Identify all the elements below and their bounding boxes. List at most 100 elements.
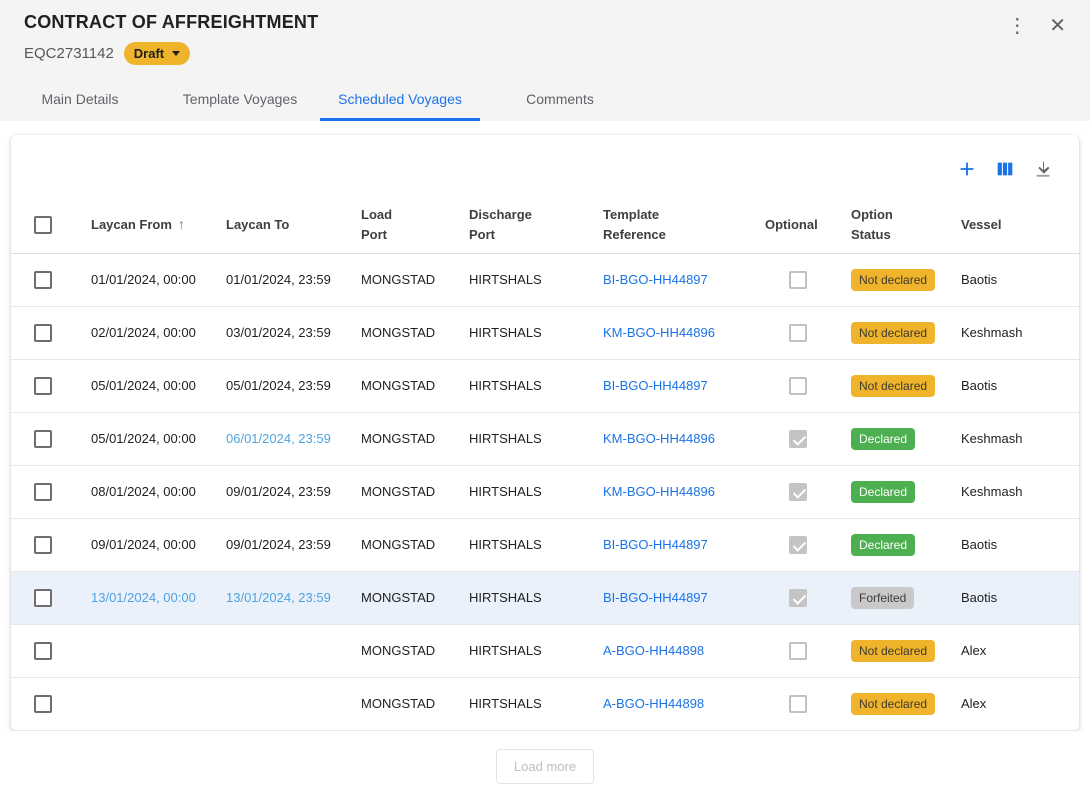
optional-cell [749,571,835,624]
template-reference-cell: BI-BGO-HH44897 [587,359,749,412]
optional-cell [749,306,835,359]
template-reference-link[interactable]: BI-BGO-HH44897 [603,272,708,287]
template-reference-link[interactable]: A-BGO-HH44898 [603,643,704,658]
optional-checkbox[interactable] [789,430,807,448]
load-port-cell: MONGSTAD [345,412,453,465]
optional-checkbox[interactable] [789,483,807,501]
template-reference-cell: BI-BGO-HH44897 [587,253,749,306]
template-reference-link[interactable]: KM-BGO-HH44896 [603,431,715,446]
optional-checkbox[interactable] [789,642,807,660]
row-select-checkbox[interactable] [34,483,52,501]
discharge-port-cell: HIRTSHALS [453,253,587,306]
column-settings-button[interactable] [991,155,1019,183]
row-select-checkbox[interactable] [34,430,52,448]
table-row[interactable]: 01/01/2024, 00:00 01/01/2024, 23:59 MONG… [11,253,1079,306]
load-port-cell: MONGSTAD [345,677,453,730]
download-icon [1032,158,1054,180]
row-select-checkbox[interactable] [34,536,52,554]
download-button[interactable] [1029,155,1057,183]
optional-checkbox[interactable] [789,377,807,395]
optional-checkbox[interactable] [789,324,807,342]
laycan-to-cell: 03/01/2024, 23:59 [210,306,345,359]
tab-main-details[interactable]: Main Details [0,79,160,121]
table-row[interactable]: 05/01/2024, 00:00 06/01/2024, 23:59 MONG… [11,412,1079,465]
table-row[interactable]: MONGSTAD HIRTSHALS A-BGO-HH44898 Not dec… [11,624,1079,677]
vessel-cell: Baotis [945,518,1079,571]
option-status-badge: Declared [851,534,915,556]
discharge-port-cell: HIRTSHALS [453,624,587,677]
option-status-cell: Declared [835,465,945,518]
option-status-cell: Not declared [835,624,945,677]
column-header-load-port[interactable]: Load Port [345,197,453,253]
discharge-port-cell: HIRTSHALS [453,465,587,518]
vessel-cell: Alex [945,677,1079,730]
status-badge-dropdown[interactable]: Draft [124,42,190,65]
optional-checkbox[interactable] [789,536,807,554]
column-header-option-status[interactable]: Option Status [835,197,945,253]
kebab-menu-icon[interactable]: ⋮ [1007,16,1027,36]
laycan-from-cell: 08/01/2024, 00:00 [75,465,210,518]
option-status-badge: Not declared [851,322,935,344]
load-port-cell: MONGSTAD [345,306,453,359]
template-reference-link[interactable]: KM-BGO-HH44896 [603,325,715,340]
optional-cell [749,518,835,571]
optional-checkbox[interactable] [789,695,807,713]
column-header-laycan-to[interactable]: Laycan To [210,197,345,253]
chevron-down-icon [172,51,180,56]
select-all-checkbox[interactable] [34,216,52,234]
template-reference-cell: KM-BGO-HH44896 [587,306,749,359]
column-header-vessel[interactable]: Vessel [945,197,1079,253]
template-reference-cell: BI-BGO-HH44897 [587,518,749,571]
column-header-template-reference[interactable]: Template Reference [587,197,749,253]
load-port-cell: MONGSTAD [345,624,453,677]
tab-scheduled-voyages[interactable]: Scheduled Voyages [320,79,480,121]
option-status-badge: Declared [851,481,915,503]
tab-comments[interactable]: Comments [480,79,640,121]
row-select-checkbox[interactable] [34,642,52,660]
add-voyage-button[interactable] [953,155,981,183]
header-actions: ⋮ ✕ [1007,16,1066,36]
template-reference-link[interactable]: BI-BGO-HH44897 [603,590,708,605]
template-reference-cell: A-BGO-HH44898 [587,677,749,730]
load-more-button[interactable]: Load more [496,749,594,784]
row-select-checkbox[interactable] [34,589,52,607]
row-select-checkbox[interactable] [34,695,52,713]
close-icon[interactable]: ✕ [1049,16,1066,36]
discharge-port-cell: HIRTSHALS [453,306,587,359]
table-row[interactable]: 09/01/2024, 00:00 09/01/2024, 23:59 MONG… [11,518,1079,571]
option-status-badge: Not declared [851,375,935,397]
option-status-cell: Not declared [835,677,945,730]
row-select-checkbox[interactable] [34,324,52,342]
vessel-cell: Keshmash [945,465,1079,518]
subtitle-row: EQC2731142 Draft [0,36,1090,65]
discharge-port-cell: HIRTSHALS [453,571,587,624]
row-select-checkbox[interactable] [34,377,52,395]
template-reference-link[interactable]: BI-BGO-HH44897 [603,537,708,552]
laycan-to-cell: 09/01/2024, 23:59 [210,518,345,571]
table-row[interactable]: 02/01/2024, 00:00 03/01/2024, 23:59 MONG… [11,306,1079,359]
laycan-from-cell: 13/01/2024, 00:00 [75,571,210,624]
optional-checkbox[interactable] [789,271,807,289]
table-row[interactable]: 08/01/2024, 00:00 09/01/2024, 23:59 MONG… [11,465,1079,518]
vessel-cell: Baotis [945,253,1079,306]
column-header-optional[interactable]: Optional [749,197,835,253]
template-reference-link[interactable]: KM-BGO-HH44896 [603,484,715,499]
template-reference-link[interactable]: A-BGO-HH44898 [603,696,704,711]
template-reference-cell: KM-BGO-HH44896 [587,412,749,465]
column-header-laycan-from[interactable]: Laycan From↑ [75,197,210,253]
columns-icon [994,158,1016,180]
table-row[interactable]: MONGSTAD HIRTSHALS A-BGO-HH44898 Not dec… [11,677,1079,730]
plus-icon [956,158,978,180]
contract-number: EQC2731142 [24,45,114,62]
tab-template-voyages[interactable]: Template Voyages [160,79,320,121]
optional-cell [749,359,835,412]
option-status-cell: Declared [835,412,945,465]
column-header-discharge-port[interactable]: Discharge Port [453,197,587,253]
optional-checkbox[interactable] [789,589,807,607]
table-row[interactable]: 13/01/2024, 00:00 13/01/2024, 23:59 MONG… [11,571,1079,624]
optional-cell [749,412,835,465]
template-reference-link[interactable]: BI-BGO-HH44897 [603,378,708,393]
row-select-checkbox[interactable] [34,271,52,289]
load-port-cell: MONGSTAD [345,571,453,624]
table-row[interactable]: 05/01/2024, 00:00 05/01/2024, 23:59 MONG… [11,359,1079,412]
